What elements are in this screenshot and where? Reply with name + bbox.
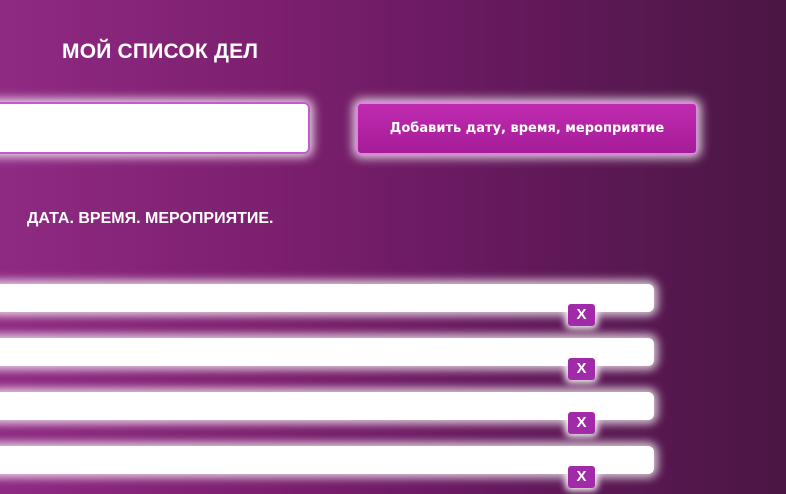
task-row-4 — [0, 446, 654, 474]
event-entry-input[interactable] — [0, 102, 310, 154]
task-row-3 — [0, 392, 654, 420]
delete-task-button-2[interactable]: X — [568, 358, 595, 380]
add-event-button[interactable]: Добавить дату, время, мероприятие — [356, 102, 698, 155]
task-row-2 — [0, 338, 654, 366]
list-heading: ДАТА. ВРЕМЯ. МЕРОПРИЯТИЕ. — [27, 210, 274, 227]
page-title: МОЙ СПИСОК ДЕЛ — [62, 40, 259, 63]
task-row-1 — [0, 284, 654, 312]
delete-task-button-4[interactable]: X — [568, 466, 595, 488]
delete-task-button-3[interactable]: X — [568, 412, 595, 434]
delete-task-button-1[interactable]: X — [568, 304, 595, 326]
